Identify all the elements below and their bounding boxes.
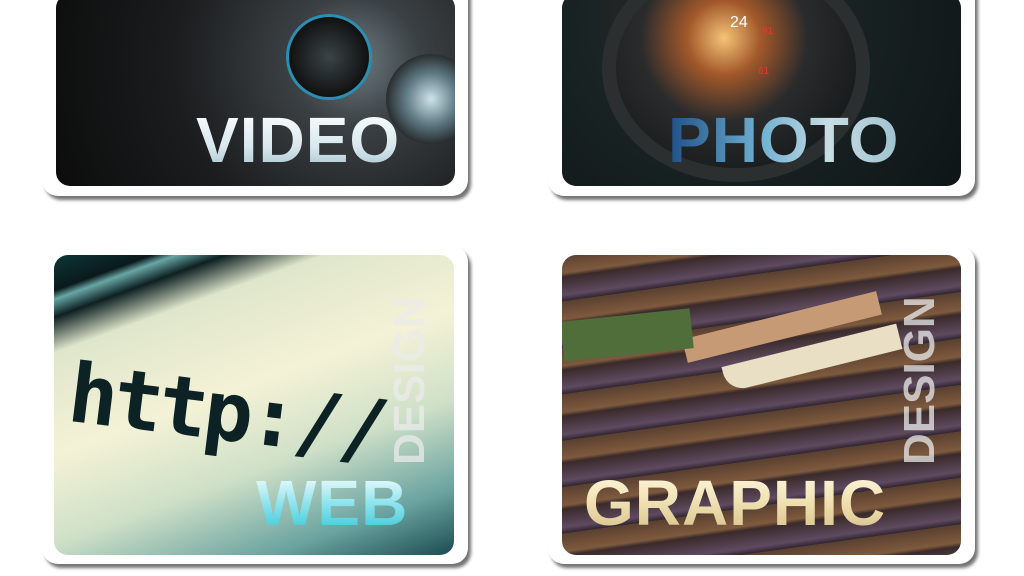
video-tile[interactable]: VIDEO [42, 0, 468, 196]
web-subtitle: DESIGN [385, 296, 434, 465]
camera-lens-image: 24 91 61 PHOTO [562, 0, 961, 186]
browser-address-image: http:// DESIGN WEB [54, 255, 454, 555]
photo-title: PHOTO [668, 104, 900, 176]
photo-tile[interactable]: 24 91 61 PHOTO [548, 0, 975, 196]
web-design-tile[interactable]: http:// DESIGN WEB [42, 246, 468, 564]
lens-mark: 24 [730, 14, 748, 31]
graphic-design-tile[interactable]: DESIGN GRAPHIC [548, 246, 975, 564]
lens-mark: 61 [758, 66, 770, 77]
graphic-subtitle: DESIGN [895, 296, 944, 465]
colored-pencils-image: DESIGN GRAPHIC [562, 255, 961, 555]
http-text: http:// [63, 346, 391, 479]
video-camera-image: VIDEO [56, 0, 455, 186]
video-title: VIDEO [196, 104, 401, 176]
lens-mark: 91 [762, 26, 774, 37]
web-title: WEB [256, 467, 409, 539]
graphic-title: GRAPHIC [584, 467, 887, 539]
